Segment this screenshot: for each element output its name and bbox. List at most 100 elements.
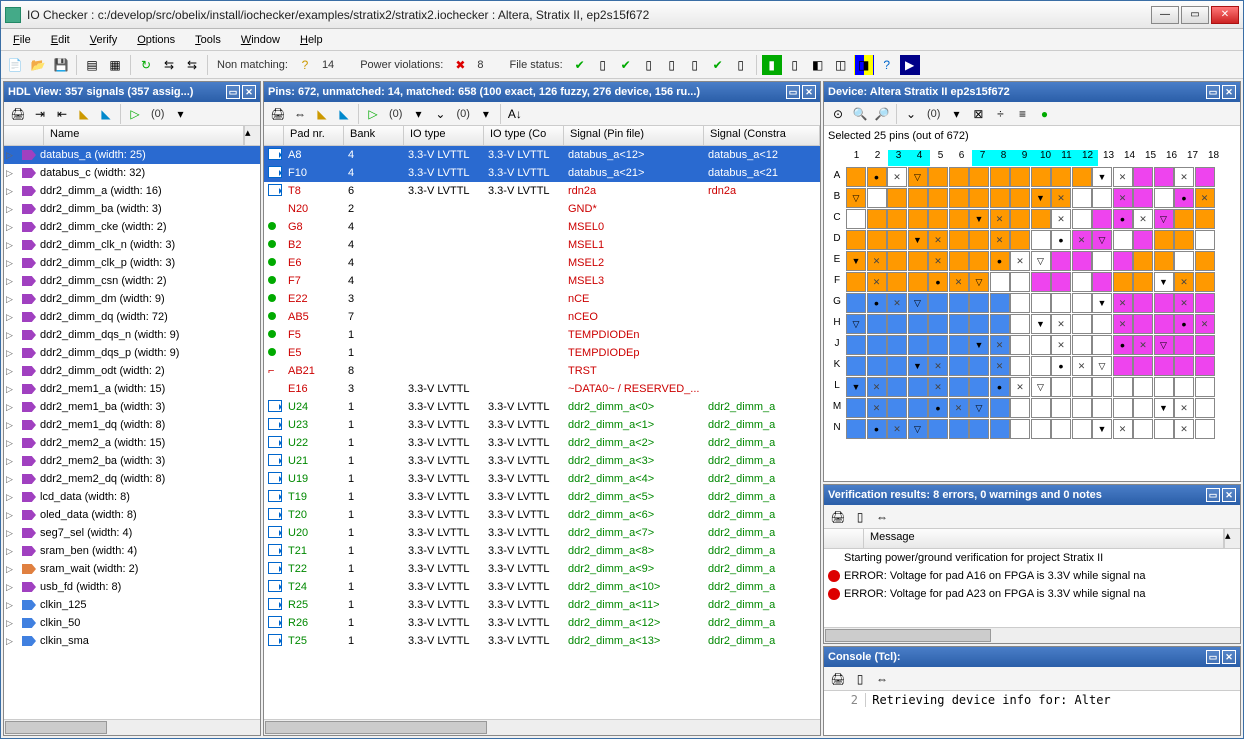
menu-verify[interactable]: Verify [82,32,126,48]
grid-cell[interactable] [1031,293,1051,313]
grid-cell[interactable] [949,377,969,397]
question-icon[interactable]: ? [295,55,315,75]
grid-cell[interactable] [1010,167,1030,187]
dropdown-icon[interactable]: ▾ [170,104,190,124]
grid-cell[interactable] [949,272,969,292]
grid-cell[interactable] [1133,314,1153,334]
grid-row-hdr[interactable]: N [828,418,846,439]
grid-cell[interactable] [846,209,866,229]
grid-cell[interactable] [1092,293,1112,313]
grid-cell[interactable] [1010,209,1030,229]
verify-print-icon[interactable]: 🖨 [828,507,848,527]
grid-cell[interactable] [1154,272,1174,292]
grid-cell[interactable] [969,209,989,229]
grid-cell[interactable] [928,314,948,334]
grid-cell[interactable] [1174,251,1194,271]
indent-icon[interactable]: ⇥ [30,104,50,124]
grid-cell[interactable] [1195,398,1215,418]
hdl-signal-row[interactable]: ▷databus_a (width: 25) [4,146,260,164]
grid-cell[interactable] [949,335,969,355]
pin-row[interactable]: U2413.3-V LVTTL3.3-V LVTTLddr2_dimm_a<0>… [264,398,820,416]
grid-cell[interactable] [887,188,907,208]
pin-row[interactable]: T2513.3-V LVTTL3.3-V LVTTLddr2_dimm_a<13… [264,632,820,650]
grid-cell[interactable] [908,293,928,313]
grid-cell[interactable] [928,377,948,397]
grid-cell[interactable] [908,209,928,229]
grid-cell[interactable] [867,230,887,250]
hdl-signal-row[interactable]: ▷ddr2_dimm_dqs_p (width: 9) [4,344,260,362]
grid-cell[interactable] [1092,188,1112,208]
grid-cell[interactable] [1133,356,1153,376]
device-div-icon[interactable]: ÷ [990,104,1010,124]
grid-cell[interactable] [1195,419,1215,439]
grid-cell[interactable] [1174,398,1194,418]
expand-icon[interactable]: ▷ [6,402,18,413]
grid-cell[interactable] [1031,398,1051,418]
pins-print-icon[interactable]: 🖨 [268,104,288,124]
grid-cell[interactable] [1072,272,1092,292]
pins-col-icon[interactable] [264,126,284,145]
grid-cell[interactable] [1051,230,1071,250]
grid-cell[interactable] [887,419,907,439]
grid-row-hdr[interactable]: D [828,229,846,250]
grid-cell[interactable] [969,167,989,187]
grid-cell[interactable] [846,356,866,376]
expand-icon[interactable]: ▷ [6,600,18,611]
grid-cell[interactable] [1195,335,1215,355]
grid-col-hdr[interactable]: 12 [1077,150,1098,166]
grid-cell[interactable] [990,398,1010,418]
grid-cell[interactable] [1154,377,1174,397]
grid-cell[interactable] [1154,230,1174,250]
grid-cell[interactable] [928,230,948,250]
pin-row[interactable]: U2113.3-V LVTTL3.3-V LVTTLddr2_dimm_a<3>… [264,452,820,470]
grid-cell[interactable] [949,293,969,313]
hdl-signal-row[interactable]: ▷clkin_sma [4,632,260,650]
grid-cell[interactable] [887,167,907,187]
grid-cell[interactable] [1133,251,1153,271]
grid-cell[interactable] [1174,209,1194,229]
grid-cell[interactable] [1072,251,1092,271]
grid-cell[interactable] [1031,272,1051,292]
grid-cell[interactable] [1051,419,1071,439]
grid-cell[interactable] [1031,188,1051,208]
grid-cell[interactable] [1010,335,1030,355]
grid-col-hdr[interactable]: 1 [846,150,867,166]
grid-row-hdr[interactable]: C [828,208,846,229]
pin-row[interactable]: E64MSEL2 [264,254,820,272]
link-icon[interactable]: ⇆ [159,55,179,75]
grid-cell[interactable] [969,230,989,250]
grid-cell[interactable] [1010,188,1030,208]
grid-cell[interactable] [1154,251,1174,271]
expand-icon[interactable]: ▷ [6,366,18,377]
filter1-icon[interactable]: ◣ [74,104,94,124]
grid-row-hdr[interactable]: H [828,313,846,334]
device-dd-icon[interactable]: ▾ [946,104,966,124]
expand-icon[interactable]: ▷ [6,618,18,629]
grid-cell[interactable] [1010,419,1030,439]
menu-options[interactable]: Options [129,32,183,48]
grid-cell[interactable] [1092,272,1112,292]
zoom-out-icon[interactable]: 🔎 [872,104,892,124]
grid-cell[interactable] [1031,314,1051,334]
expand-icon[interactable]: ▷ [6,636,18,647]
grid-cell[interactable] [846,251,866,271]
grid-cell[interactable] [887,230,907,250]
hdl-signal-row[interactable]: ▷sram_wait (width: 2) [4,560,260,578]
hdl-signal-row[interactable]: ▷seg7_sel (width: 4) [4,524,260,542]
grid-cell[interactable] [1174,377,1194,397]
grid-cell[interactable] [949,398,969,418]
maximize-button[interactable]: ▭ [1181,6,1209,24]
grid-cell[interactable] [949,209,969,229]
grid-cell[interactable] [908,167,928,187]
menu-edit[interactable]: Edit [43,32,78,48]
grid-cell[interactable] [1113,209,1133,229]
grid-cell[interactable] [1174,314,1194,334]
hdl-signal-row[interactable]: ▷ddr2_dimm_odt (width: 2) [4,362,260,380]
grid-cell[interactable] [990,335,1010,355]
grid-cell[interactable] [949,167,969,187]
expand-icon[interactable]: ▷ [6,456,18,467]
help-icon[interactable]: ? [877,55,897,75]
grid-cell[interactable] [1154,419,1174,439]
grid-cell[interactable] [846,377,866,397]
grid-cell[interactable] [1133,335,1153,355]
